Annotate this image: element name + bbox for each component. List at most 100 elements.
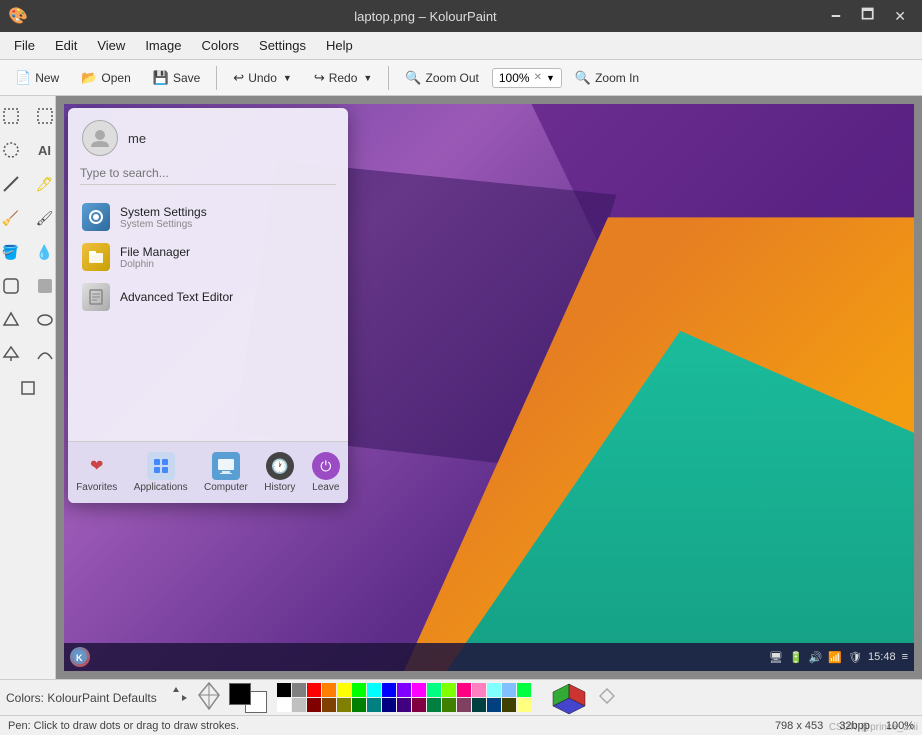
launcher-footer-history[interactable]: 🕐 History: [256, 448, 303, 497]
color-red[interactable]: [307, 683, 321, 697]
redo-button[interactable]: ↪ Redo ▼: [305, 65, 382, 91]
zoom-in-button[interactable]: 🔍 Zoom In: [566, 65, 648, 91]
save-icon: 💾: [153, 70, 169, 86]
color-light-cyan[interactable]: [487, 683, 501, 697]
color-navy[interactable]: [382, 698, 396, 712]
launcher-footer-favorites[interactable]: ❤ Favorites: [68, 448, 125, 497]
main-toolbar: 📄 New 📂 Open 💾 Save ↩ Undo ▼ ↪ Redo ▼ 🔍 …: [0, 60, 922, 96]
color-black[interactable]: [277, 683, 291, 697]
minimize-button[interactable]: 🗕: [823, 0, 849, 32]
menu-bar: File Edit View Image Colors Settings Hel…: [0, 32, 922, 60]
curve-tool[interactable]: [29, 338, 57, 370]
clock: 15:48: [868, 651, 896, 663]
color-plum[interactable]: [457, 698, 471, 712]
launcher-item-system-settings[interactable]: System Settings System Settings: [68, 197, 348, 237]
zoom-out-button[interactable]: 🔍 Zoom Out: [396, 65, 488, 91]
zoom-tool[interactable]: [0, 270, 27, 302]
color-indigo[interactable]: [397, 698, 411, 712]
color-blue[interactable]: [382, 683, 396, 697]
brush-tool[interactable]: 🖌: [29, 202, 57, 234]
system-tray: 🖥 🔋 🔊 📶 🛡 15:48 ≡: [769, 651, 908, 664]
canvas-wrapper[interactable]: me System Settings: [64, 104, 914, 671]
launcher-search-input[interactable]: [80, 164, 336, 182]
color-olive[interactable]: [337, 698, 351, 712]
color-yellow-green[interactable]: [442, 683, 456, 697]
color-forest[interactable]: [427, 698, 441, 712]
wifi-icon: 📶: [828, 651, 842, 664]
color-magenta[interactable]: [412, 683, 426, 697]
monitor-icon: 🖥: [769, 651, 783, 664]
color-rose[interactable]: [457, 683, 471, 697]
color-picker-tool[interactable]: 💧: [29, 236, 57, 268]
new-button[interactable]: 📄 New: [6, 65, 68, 91]
menu-edit[interactable]: Edit: [45, 34, 87, 57]
close-button[interactable]: ✕: [886, 0, 914, 32]
zoom-level-clear[interactable]: ✕: [534, 72, 542, 83]
menu-settings[interactable]: Settings: [249, 34, 316, 57]
redo-dropdown-arrow[interactable]: ▼: [363, 73, 372, 83]
color-white[interactable]: [277, 698, 291, 712]
color-maroon[interactable]: [307, 698, 321, 712]
menu-image[interactable]: Image: [135, 34, 191, 57]
open-button[interactable]: 📂 Open: [72, 65, 140, 91]
selection-rect-tool[interactable]: [29, 100, 57, 132]
color-pink[interactable]: [472, 683, 486, 697]
rect-select-crop-tool[interactable]: [12, 372, 44, 404]
color-dark-olive[interactable]: [502, 698, 516, 712]
kde-logo[interactable]: K: [70, 647, 90, 667]
ellipse-tool[interactable]: [29, 304, 57, 336]
color-light-blue[interactable]: [502, 683, 516, 697]
save-button[interactable]: 💾 Save: [144, 65, 210, 91]
color-green2[interactable]: [517, 683, 531, 697]
color-teal[interactable]: [367, 698, 381, 712]
color-yellow[interactable]: [337, 683, 351, 697]
highlight-tool[interactable]: 🖊: [29, 168, 57, 200]
color-dark-blue[interactable]: [487, 698, 501, 712]
palette-settings-icon[interactable]: [599, 688, 615, 707]
text-tool[interactable]: AI: [29, 134, 57, 166]
maximize-button[interactable]: 🗖: [853, 0, 882, 32]
color-silver[interactable]: [292, 698, 306, 712]
launcher-footer-leave[interactable]: ⏻ Leave: [304, 448, 348, 497]
undo-dropdown-arrow[interactable]: ▼: [283, 73, 292, 83]
color-dark-teal[interactable]: [472, 698, 486, 712]
menu-view[interactable]: View: [87, 34, 135, 57]
tools-panel: AI 🖊 🧹 🖌 🪣 💧: [0, 96, 56, 679]
selection-ellipse-tool[interactable]: [0, 134, 27, 166]
current-colors[interactable]: [229, 683, 267, 713]
menu-file[interactable]: File: [4, 34, 45, 57]
color-brown[interactable]: [322, 698, 336, 712]
color-crimson[interactable]: [412, 698, 426, 712]
pencil-icon: [197, 681, 221, 714]
color-light-yellow[interactable]: [517, 698, 531, 712]
color-mint[interactable]: [427, 683, 441, 697]
color-cyan[interactable]: [367, 683, 381, 697]
undo-button[interactable]: ↩ Undo ▼: [224, 65, 301, 91]
eraser-tool[interactable]: 🧹: [0, 202, 27, 234]
text-editor-icon: [82, 283, 110, 311]
menu-help[interactable]: Help: [316, 34, 363, 57]
selection-freehand-tool[interactable]: [0, 100, 27, 132]
leave-label: Leave: [312, 482, 339, 493]
arrow-tool[interactable]: [0, 338, 27, 370]
zoom-level-display[interactable]: 100% ✕ ▼: [492, 68, 562, 88]
polygon-tool[interactable]: [0, 304, 27, 336]
color-dark-green[interactable]: [352, 698, 366, 712]
zoom-level-arrow[interactable]: ▼: [546, 73, 555, 83]
menu-icon[interactable]: ≡: [902, 651, 908, 663]
color-lime[interactable]: [352, 683, 366, 697]
color-gray[interactable]: [292, 683, 306, 697]
launcher-items-list: System Settings System Settings File Man…: [68, 193, 348, 321]
launcher-footer-applications[interactable]: Applications: [126, 448, 196, 497]
separator-1: [216, 66, 217, 90]
color-purple[interactable]: [397, 683, 411, 697]
line-tool[interactable]: [0, 168, 27, 200]
smudge-tool[interactable]: [29, 270, 57, 302]
color-chartreuse[interactable]: [442, 698, 456, 712]
color-orange[interactable]: [322, 683, 336, 697]
launcher-footer-computer[interactable]: Computer: [196, 448, 256, 497]
launcher-item-file-manager[interactable]: File Manager Dolphin: [68, 237, 348, 277]
menu-colors[interactable]: Colors: [191, 34, 249, 57]
launcher-item-text-editor[interactable]: Advanced Text Editor: [68, 277, 348, 317]
fill-tool[interactable]: 🪣: [0, 236, 27, 268]
